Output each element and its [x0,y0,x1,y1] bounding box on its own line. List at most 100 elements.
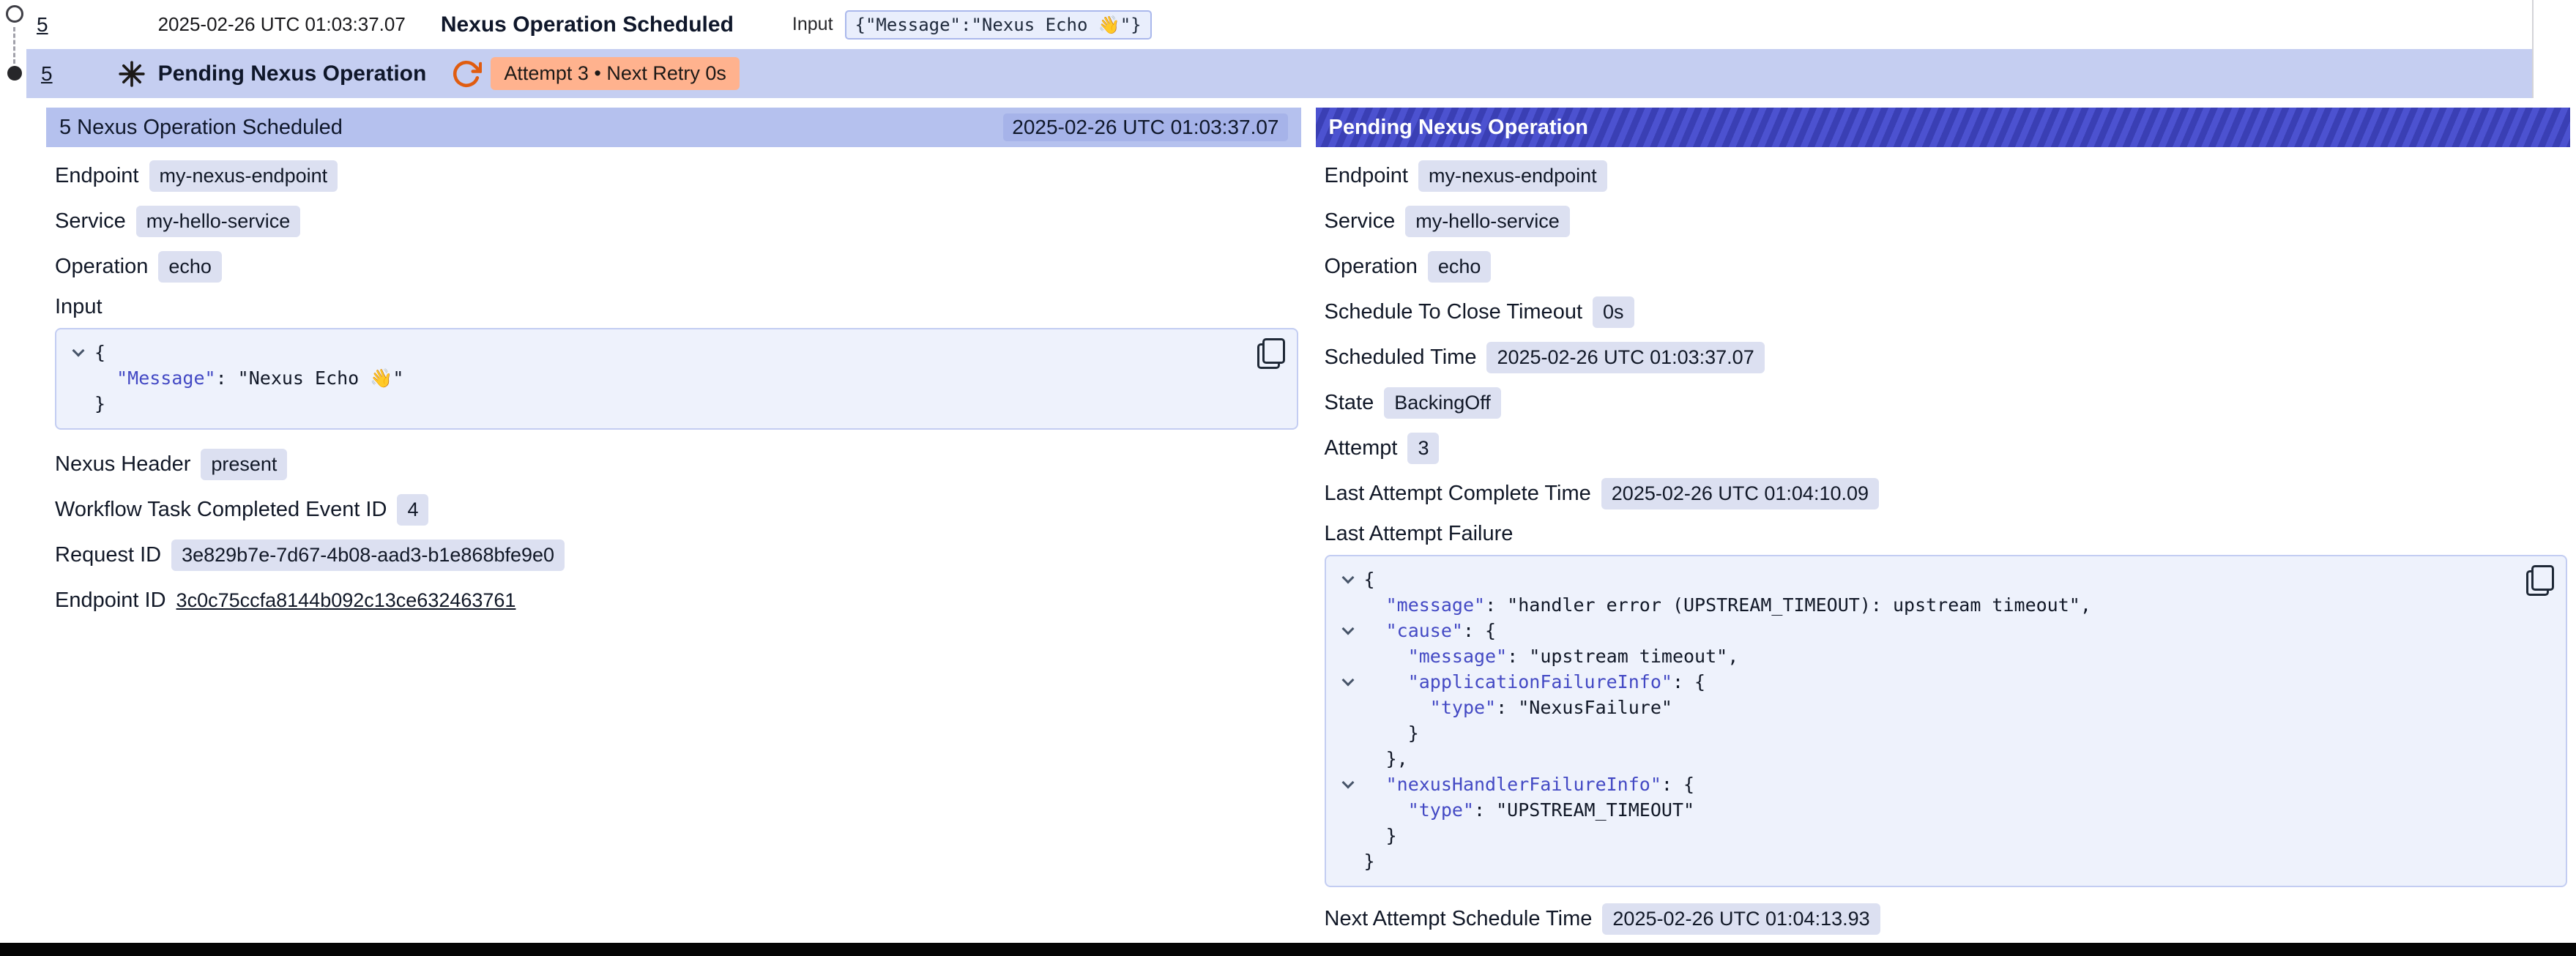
detail-field-row: Scheduled Time 2025-02-26 UTC 01:03:37.07 [1325,340,2568,374]
detail-field-row: Endpointmy-nexus-endpoint [1325,159,2568,193]
field-value-chip: 3e829b7e-7d67-4b08-aad3-b1e868bfe9e0 [171,539,565,571]
field-label: Scheduled Time [1325,346,1477,370]
chevron-down-icon[interactable] [1341,623,1354,635]
copy-button[interactable] [1257,338,1285,369]
json-code: {"message": "handler error (UPSTREAM_TIM… [1332,567,2515,874]
attempt-retry-badge: Attempt 3 • Next Retry 0s [491,57,740,90]
code-line-gutter [1332,848,1364,874]
event-row-pending-operation[interactable]: 5 Pending Nexus Operation [0,49,2576,98]
field-label: State [1325,391,1374,415]
code-line-gutter [1332,669,1364,695]
field-value-chip: present [201,449,287,480]
code-line: }, [1332,746,2515,772]
event-title: Nexus Operation Scheduled [441,12,734,37]
temporal-event-history: 5 2025-02-26 UTC 01:03:37.07 Nexus Opera… [0,0,2576,956]
copy-icon [1257,338,1285,369]
field-value-chip: BackingOff [1384,387,1501,419]
field-value-chip: my-nexus-endpoint [149,160,338,192]
code-line-gutter [1332,695,1364,720]
field-label: Endpoint [1325,164,1409,188]
detail-field-row: Operation echo [1325,250,2568,283]
field-value-chip: echo [158,251,222,283]
code-line: "Message": "Nexus Echo 👋" [62,365,1246,391]
detail-field-row: Last Attempt Complete Time2025-02-26 UTC… [1325,477,2568,510]
timeline-rail [0,0,33,98]
field-label: Endpoint [55,164,139,188]
code-line: "type": "NexusFailure" [1332,695,2515,720]
field-label: Operation [1325,255,1418,279]
code-line-gutter [1332,823,1364,848]
retry-arrow-icon [451,59,482,89]
input-label: Input [792,14,833,35]
code-line-gutter [1332,567,1364,592]
field-value-chip: 2025-02-26 UTC 01:04:13.93 [1602,903,1880,935]
timeline-connector [13,27,15,64]
field-label: Endpoint ID [55,589,166,613]
code-line: } [1332,823,2515,848]
endpoint-id-link[interactable]: 3c0c75ccfa8144b092c13ce632463761 [176,589,516,612]
code-line-gutter [62,391,94,417]
code-line-gutter [1332,720,1364,746]
failure-section-label: Last Attempt Failure [1325,522,2568,546]
field-label: Request ID [55,543,161,567]
copy-button[interactable] [2526,565,2554,596]
scheduled-fields-bottom: Nexus Header present Workflow Task Complet… [55,447,1298,617]
chevron-down-icon[interactable] [1341,674,1354,687]
json-code: {"Message": "Nexus Echo 👋"} [62,340,1246,417]
pending-row-highlight: 5 Pending Nexus Operation [26,49,2532,98]
field-label: Next Attempt Schedule Time [1325,907,1593,931]
event-id-link[interactable]: 5 [37,13,48,37]
code-line: } [62,391,1246,417]
detail-field-row: Nexus Header present [55,447,1298,481]
field-value-chip: my-hello-service [1405,206,1570,237]
scheduled-panel-header: 5 Nexus Operation Scheduled 2025-02-26 U… [46,108,1301,147]
code-line-gutter [1332,772,1364,797]
code-line: } [1332,720,2515,746]
event-timestamp: 2025-02-26 UTC 01:03:37.07 [158,13,406,36]
field-value-chip: echo [1428,251,1492,283]
pending-fields: Endpointmy-nexus-endpoint Service my-hello… [1325,159,2568,510]
code-line-gutter [1332,746,1364,772]
code-line: "applicationFailureInfo": { [1332,669,2515,695]
detail-field-row: Next Attempt Schedule Time 2025-02-26 UTC… [1325,902,2568,936]
chevron-down-icon[interactable] [1341,572,1354,584]
detail-field-row: State BackingOff [1325,386,2568,419]
field-value-chip: my-hello-service [136,206,301,237]
field-label: Last Attempt Complete Time [1325,482,1591,506]
detail-field-row: Schedule To Close Timeout0s [1325,295,2568,329]
event-row-nexus-scheduled[interactable]: 5 2025-02-26 UTC 01:03:37.07 Nexus Opera… [0,0,2576,49]
detail-field-row: Service my-hello-service [1325,204,2568,238]
panel-title: 5 Nexus Operation Scheduled [59,116,343,140]
chevron-down-icon[interactable] [1341,777,1354,789]
field-value-chip: 3 [1407,433,1439,464]
field-value-chip: 2025-02-26 UTC 01:03:37.07 [1486,342,1764,373]
asterisk-icon [117,59,146,89]
detail-field-row: Servicemy-hello-service [55,204,1298,238]
pending-event-id-link[interactable]: 5 [41,62,53,86]
pending-event-title: Pending Nexus Operation [158,61,427,86]
code-line: { [62,340,1246,365]
field-label: Schedule To Close Timeout [1325,300,1583,324]
field-value-chip: 4 [397,494,428,526]
pending-panel-header: Pending Nexus Operation [1316,108,2571,147]
field-label: Operation [55,255,148,279]
scheduled-fields-top: Endpoint my-nexus-endpoint Servicemy-hello… [55,159,1298,283]
field-label: Nexus Header [55,452,190,477]
pending-panel-body: Endpointmy-nexus-endpoint Service my-hello… [1316,147,2571,936]
code-line: } [1332,848,2515,874]
code-line: { [1332,567,2515,592]
field-label: Service [1325,209,1396,234]
scheduled-event-panel: 5 Nexus Operation Scheduled 2025-02-26 U… [46,108,1301,629]
detail-field-row: Attempt3 [1325,431,2568,465]
circle-outline-icon [6,5,23,23]
detail-field-row: Workflow Task Completed Event ID 4 [55,493,1298,526]
code-line-gutter [62,340,94,365]
code-line: "nexusHandlerFailureInfo": { [1332,772,2515,797]
chevron-down-icon[interactable] [72,345,85,357]
code-line-gutter [62,365,94,391]
code-line: "type": "UPSTREAM_TIMEOUT" [1332,797,2515,823]
pending-footer-field: Next Attempt Schedule Time 2025-02-26 UTC… [1325,902,2568,936]
pending-operation-panel: Pending Nexus Operation Endpointmy-nexus… [1316,108,2571,947]
field-label: Workflow Task Completed Event ID [55,498,387,522]
panel-title: Pending Nexus Operation [1329,116,1589,140]
